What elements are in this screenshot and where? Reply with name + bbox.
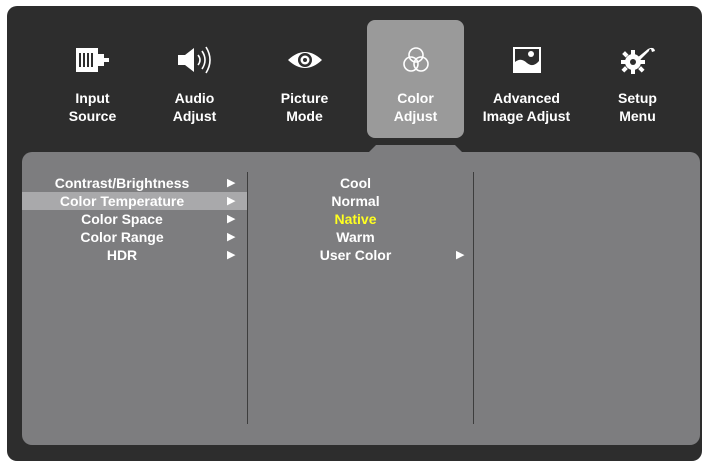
tab-label-line2: Menu bbox=[619, 108, 656, 124]
right-arrow-icon: ▶ bbox=[227, 249, 236, 261]
tab-setup-menu[interactable]: Setup Menu bbox=[589, 20, 686, 138]
right-arrow-icon: ▶ bbox=[227, 231, 236, 243]
option-label: Native bbox=[334, 211, 377, 227]
option-label: Normal bbox=[331, 193, 380, 209]
tab-label-line1: Setup bbox=[618, 90, 657, 106]
tab-label-line1: Advanced bbox=[493, 90, 560, 106]
right-arrow-icon: ▶ bbox=[456, 249, 465, 261]
right-arrow-icon: ▶ bbox=[227, 213, 236, 225]
submenu-item-label: HDR bbox=[106, 247, 138, 263]
eye-icon bbox=[256, 44, 353, 76]
submenu-item-hdr[interactable]: HDR ▶ bbox=[22, 246, 247, 264]
tab-color-adjust[interactable]: Color Adjust bbox=[367, 20, 464, 138]
submenu-item-color-range[interactable]: Color Range ▶ bbox=[22, 228, 247, 246]
tab-label-line1: Picture bbox=[280, 90, 329, 106]
option-cool[interactable]: Cool bbox=[248, 174, 474, 192]
speaker-icon bbox=[146, 44, 243, 76]
submenu-item-color-space[interactable]: Color Space ▶ bbox=[22, 210, 247, 228]
option-label: User Color bbox=[319, 247, 392, 263]
submenu-item-label: Color Temperature bbox=[59, 193, 185, 209]
gear-wrench-icon bbox=[589, 44, 686, 76]
tab-label-line2: Mode bbox=[286, 108, 323, 124]
landscape-image-icon bbox=[478, 44, 575, 76]
submenu-list: Contrast/Brightness ▶ Color Temperature … bbox=[22, 174, 247, 264]
submenu-panel: Contrast/Brightness ▶ Color Temperature … bbox=[22, 152, 700, 445]
tab-label-line1: Audio bbox=[174, 90, 215, 106]
tab-label-line2: Adjust bbox=[172, 108, 217, 124]
submenu-item-label: Color Space bbox=[81, 211, 163, 227]
color-circles-icon bbox=[367, 44, 464, 76]
right-arrow-icon: ▶ bbox=[227, 177, 236, 189]
tab-label-line1: Color bbox=[397, 90, 434, 106]
submenu-item-color-temperature[interactable]: Color Temperature ▶ bbox=[22, 192, 247, 210]
option-label: Warm bbox=[336, 229, 375, 245]
tab-audio-adjust[interactable]: Audio Adjust bbox=[146, 20, 243, 138]
input-source-icon bbox=[44, 44, 141, 76]
option-user-color[interactable]: User Color ▶ bbox=[248, 246, 474, 264]
option-native[interactable]: Native bbox=[248, 210, 474, 228]
option-list: Cool Normal Native Warm User Color ▶ bbox=[248, 174, 474, 264]
option-normal[interactable]: Normal bbox=[248, 192, 474, 210]
main-menu-tabs: Input Source Audio Adjust Picture Mode C… bbox=[0, 0, 702, 150]
option-label: Cool bbox=[339, 175, 372, 191]
option-warm[interactable]: Warm bbox=[248, 228, 474, 246]
tab-advanced-image-adjust[interactable]: Advanced Image Adjust bbox=[478, 20, 575, 138]
tab-label-line2: Source bbox=[68, 108, 117, 124]
tab-picture-mode[interactable]: Picture Mode bbox=[256, 20, 353, 138]
tab-label-line2: Image Adjust bbox=[482, 108, 571, 124]
tab-label-line1: Input bbox=[75, 90, 110, 106]
column-divider bbox=[473, 172, 474, 424]
submenu-item-contrast-brightness[interactable]: Contrast/Brightness ▶ bbox=[22, 174, 247, 192]
right-arrow-icon: ▶ bbox=[227, 195, 236, 207]
submenu-item-label: Color Range bbox=[80, 229, 164, 245]
tab-label-line2: Adjust bbox=[393, 108, 438, 124]
tab-input-source[interactable]: Input Source bbox=[44, 20, 141, 138]
submenu-item-label: Contrast/Brightness bbox=[54, 175, 190, 191]
